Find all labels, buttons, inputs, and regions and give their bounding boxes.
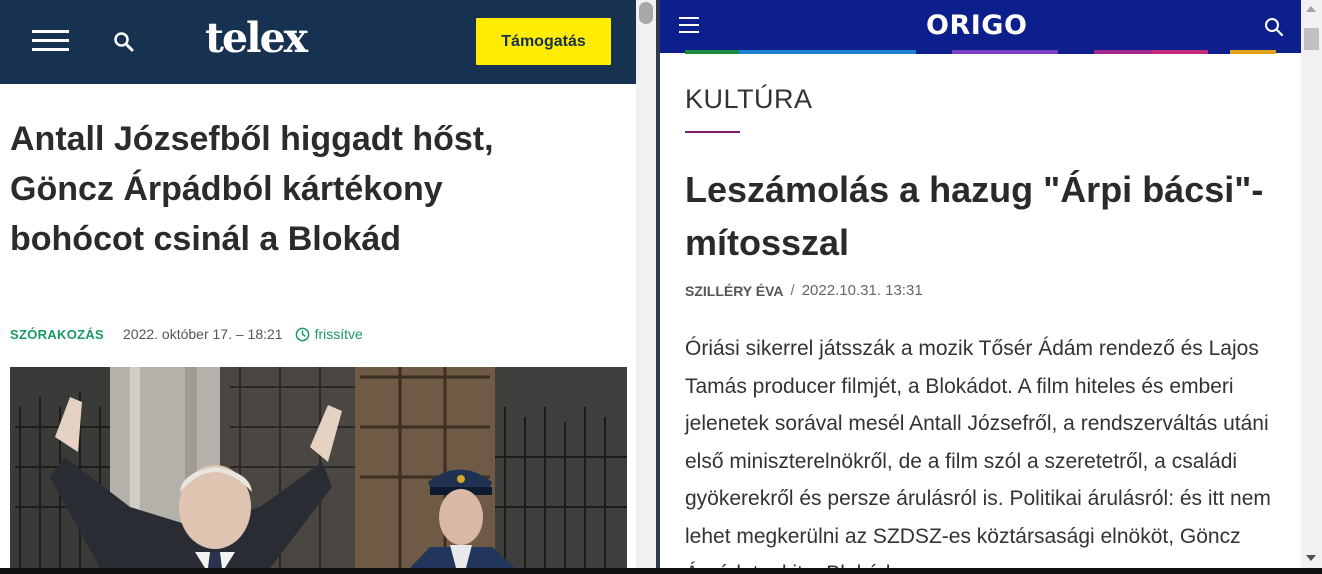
telex-window: telex Támogatás Antall Józsefből higgadt… — [0, 0, 636, 568]
origo-article-lead: Óriási sikerrel játsszák a mozik Tősér Á… — [685, 337, 1271, 568]
clock-icon — [295, 327, 309, 341]
origo-window: ORIGO KULTÚRA Leszámolás a hazug "Árpi b… — [660, 0, 1301, 568]
scroll-up-arrow-icon[interactable] — [1306, 6, 1316, 12]
telex-header: telex Támogatás — [0, 0, 636, 84]
origo-hamburger-menu-icon[interactable] — [679, 17, 699, 33]
telex-scrollbar[interactable] — [636, 0, 656, 568]
origo-author-link[interactable]: SZILLÉRY ÉVA — [685, 283, 784, 299]
origo-byline: SZILLÉRY ÉVA / 2022.10.31. 13:31 — [685, 282, 923, 299]
support-button[interactable]: Támogatás — [476, 18, 611, 65]
taskbar-edge — [0, 568, 1322, 574]
origo-byline-separator: / — [790, 282, 795, 299]
scroll-down-arrow-icon[interactable] — [1306, 555, 1316, 561]
origo-header: ORIGO — [660, 0, 1301, 54]
telex-hamburger-menu-icon[interactable] — [32, 30, 69, 52]
origo-search-icon[interactable] — [1264, 17, 1284, 37]
origo-section-underline — [685, 131, 740, 133]
telex-article-date: 2022. október 17. – 18:21 — [123, 326, 283, 342]
telex-updated-indicator[interactable]: frissítve — [295, 326, 363, 342]
origo-section-label[interactable]: KULTÚRA — [685, 84, 813, 115]
origo-scrollbar[interactable] — [1301, 0, 1322, 568]
telex-article-meta: SZÓRAKOZÁS 2022. október 17. – 18:21 fri… — [10, 326, 363, 342]
telex-search-icon[interactable] — [112, 30, 136, 54]
telex-article-photo — [10, 367, 627, 568]
origo-article-date: 2022.10.31. 13:31 — [801, 282, 923, 299]
origo-logo[interactable]: ORIGO — [926, 10, 1027, 41]
telex-category-link[interactable]: SZÓRAKOZÁS — [10, 327, 104, 342]
telex-updated-label: frissítve — [314, 326, 363, 342]
origo-scrollbar-thumb[interactable] — [1304, 28, 1319, 50]
origo-category-color-bar — [685, 50, 1276, 54]
telex-logo[interactable]: telex — [205, 14, 308, 62]
origo-article-headline: Leszámolás a hazug "Árpi bácsi"-mítossza… — [685, 169, 1264, 263]
telex-scrollbar-thumb[interactable] — [639, 2, 653, 24]
telex-article-headline: Antall Józsefből higgadt hőst, Göncz Árp… — [10, 120, 494, 258]
